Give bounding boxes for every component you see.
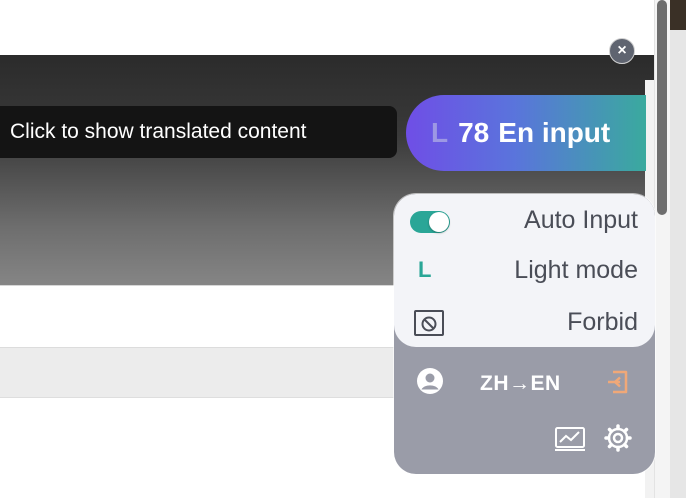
forbid-icon [414, 310, 444, 336]
menu-item-light-mode[interactable]: L Light mode [394, 247, 655, 291]
light-mode-badge: L [431, 117, 449, 148]
menu-tools-row: ZH→EN [394, 364, 655, 408]
window-edge [670, 0, 686, 498]
window-edge-top [670, 0, 686, 30]
menu-bottom-row [394, 422, 655, 462]
auto-input-toggle[interactable] [410, 211, 450, 233]
close-icon: × [617, 42, 627, 59]
translator-menu: Auto Input L Light mode Forbid ZH→EN [394, 194, 655, 474]
exit-icon[interactable] [604, 368, 632, 401]
pill-label: En input [498, 117, 611, 148]
chart-icon[interactable] [554, 426, 586, 457]
gear-icon[interactable] [603, 423, 633, 458]
light-mode-icon: L [418, 257, 432, 282]
toggle-knob [429, 212, 449, 232]
language-direction[interactable]: ZH→EN [480, 372, 561, 396]
page-header-area [0, 0, 655, 55]
close-button[interactable]: × [609, 38, 635, 64]
word-count: 78 [458, 117, 490, 148]
tooltip-text: Click to show translated content [10, 120, 307, 143]
forbid-label: Forbid [567, 308, 638, 336]
scrollbar-thumb[interactable] [657, 0, 667, 215]
light-mode-label: Light mode [514, 256, 638, 284]
translate-tooltip: Click to show translated content [0, 106, 397, 158]
menu-options: Auto Input L Light mode Forbid [394, 194, 655, 347]
menu-item-auto-input[interactable]: Auto Input [394, 197, 655, 241]
translator-pill-button[interactable]: L 78 En input [406, 95, 646, 171]
auto-input-label: Auto Input [524, 206, 638, 234]
menu-item-forbid[interactable]: Forbid [394, 299, 655, 343]
user-icon[interactable] [416, 367, 444, 400]
